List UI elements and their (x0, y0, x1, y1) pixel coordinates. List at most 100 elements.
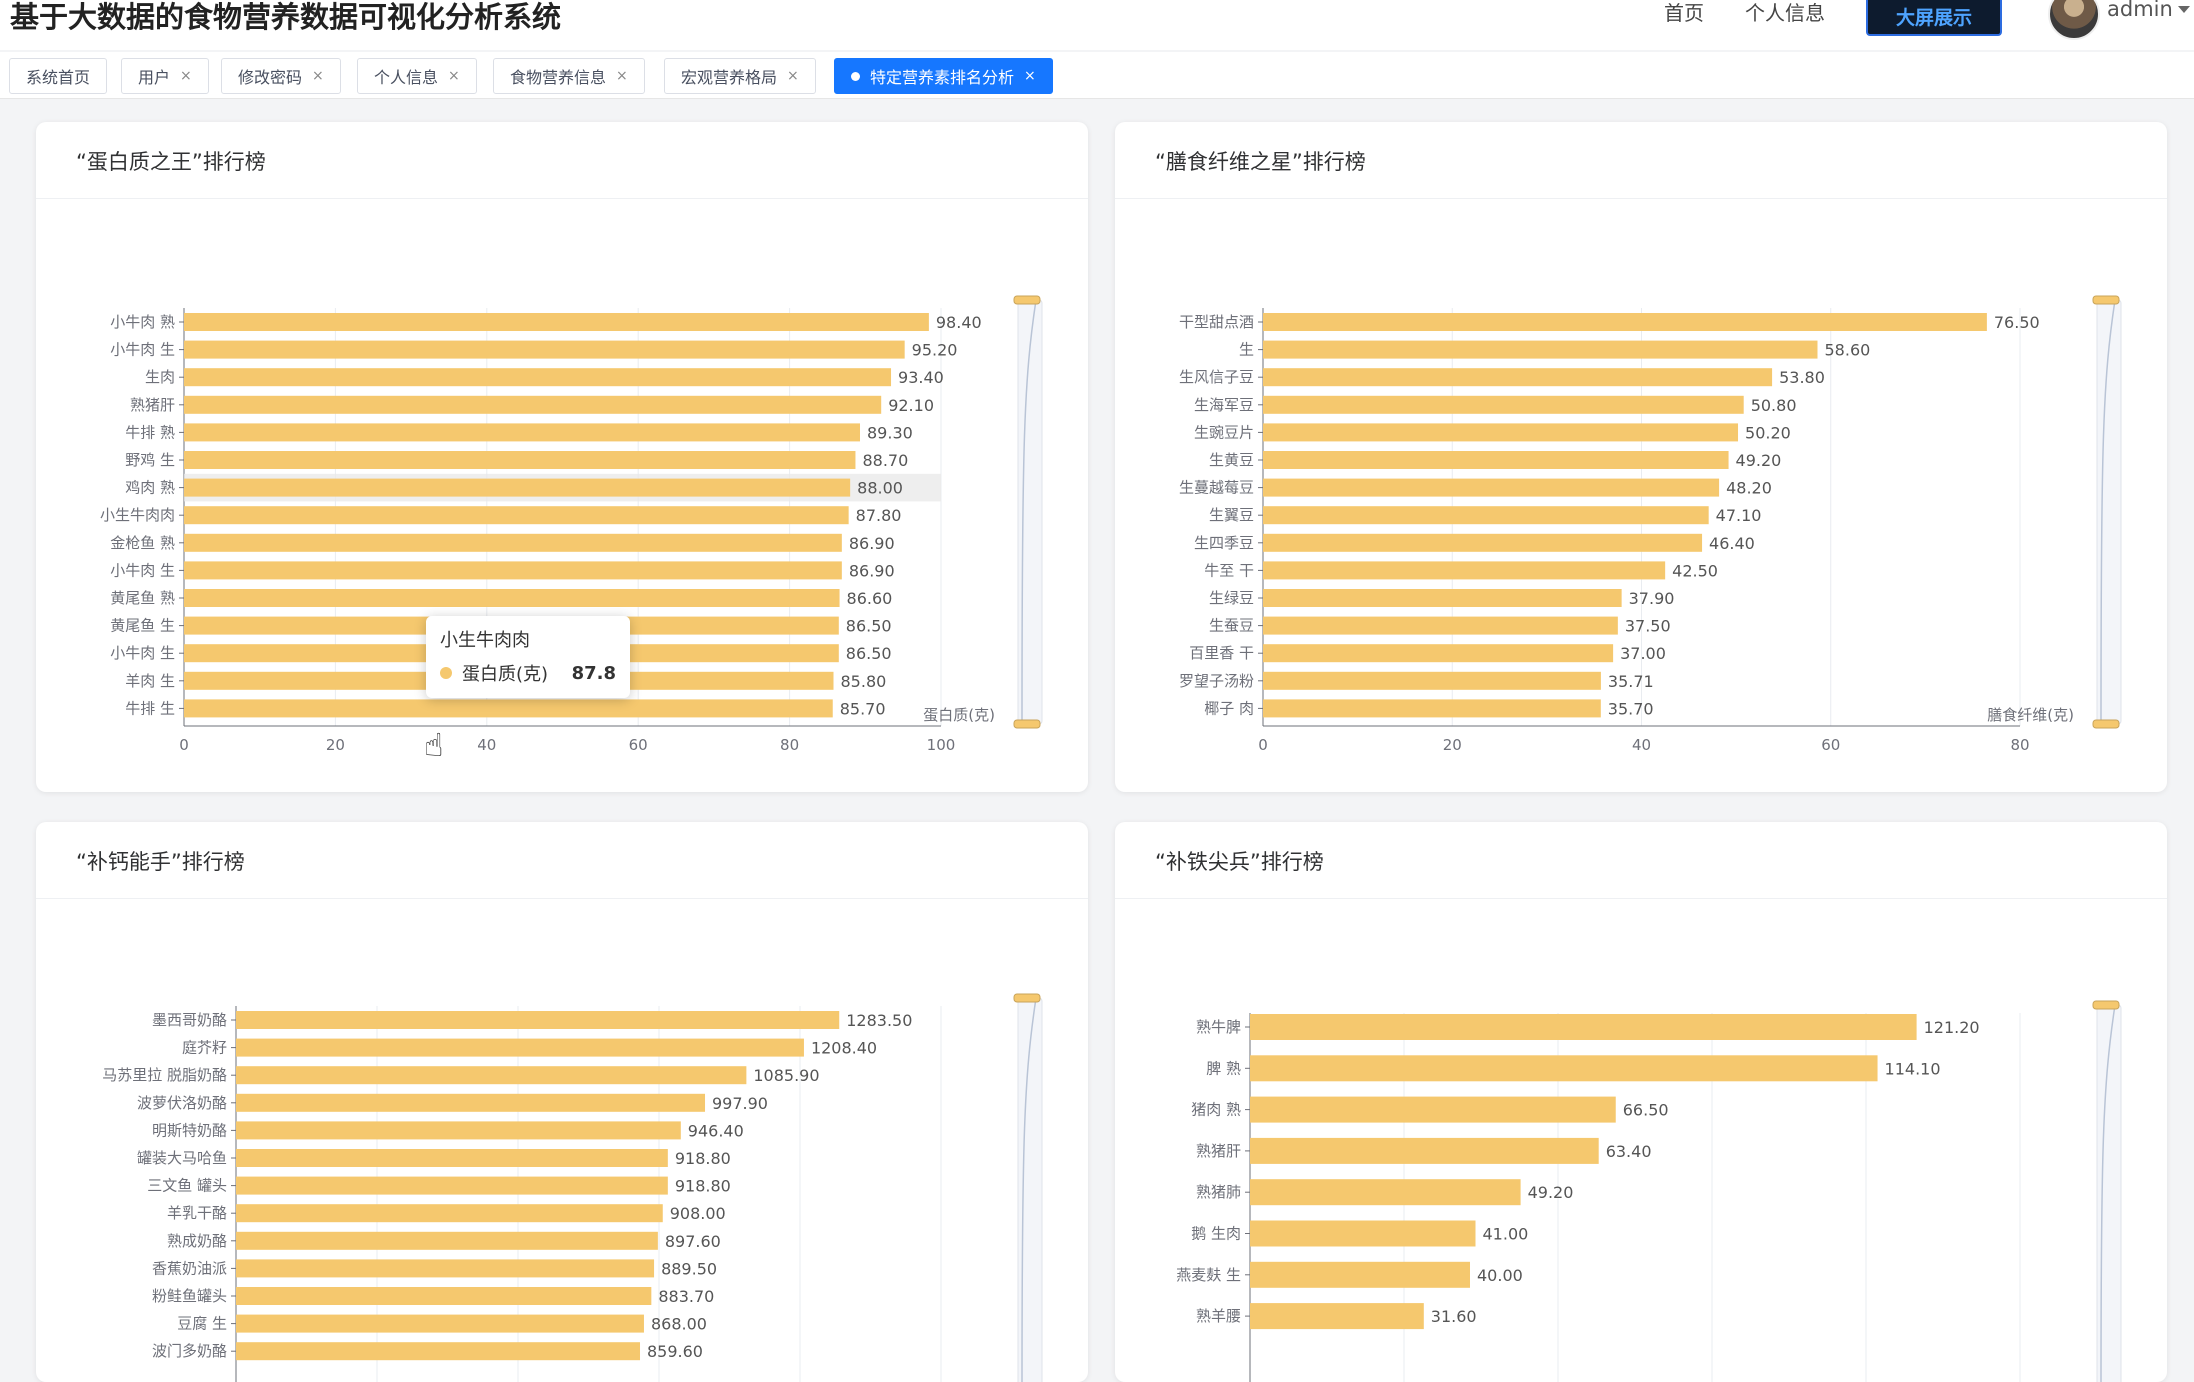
tab-nutrient-ranking[interactable]: 特定营养素排名分析 × (834, 58, 1053, 94)
tab-label: 特定营养素排名分析 (870, 68, 1015, 87)
bar (236, 1121, 681, 1140)
bar (1263, 589, 1622, 607)
bar-value-label: 86.60 (847, 589, 893, 608)
bar-value-label: 37.00 (1620, 644, 1666, 663)
y-category-label: 生 (1239, 341, 1254, 359)
nav-home-link[interactable]: 首页 (1664, 0, 1704, 26)
tab-food-nutrition[interactable]: 食物营养信息 × (493, 58, 645, 94)
bar-value-label: 997.90 (712, 1094, 768, 1113)
bar (236, 1176, 668, 1195)
y-category-label: 罗望子汤粉 (1179, 672, 1254, 690)
nav-profile-link[interactable]: 个人信息 (1745, 0, 1825, 26)
y-category-label: 椰子 肉 (1204, 699, 1254, 717)
bar-value-label: 86.90 (849, 534, 895, 553)
big-screen-button[interactable]: 大屏展示 (1866, 0, 2002, 36)
bar-value-label: 42.50 (1672, 561, 1718, 580)
bar-value-label: 40.00 (1477, 1266, 1523, 1285)
tab-system-home[interactable]: 系统首页 (9, 58, 108, 94)
close-icon[interactable]: × (448, 68, 460, 84)
y-category-label: 小生牛肉肉 (100, 506, 175, 524)
y-category-label: 熟猪肝 (1196, 1142, 1241, 1160)
bar-value-label: 946.40 (688, 1121, 744, 1140)
chart-tooltip: 小生牛肉肉 蛋白质(克) 87.8 (426, 616, 630, 698)
bar (184, 561, 842, 580)
y-category-label: 野鸡 生 (125, 451, 175, 469)
tooltip-row: 蛋白质(克) 87.8 (440, 660, 616, 686)
y-category-label: 马苏里拉 脱脂奶酪 (102, 1066, 227, 1084)
iron-ranking-card: “补铁尖兵”排行榜 熟牛脾 121.20 脾 熟 114.10 猪肉 熟 66.50 熟猪肝… (1115, 822, 2167, 1382)
fiber-ranking-card: “膳食纤维之星”排行榜 0 20 40 60 80 干型甜点酒 76.50 生 58.60 生风信… (1115, 122, 2167, 792)
y-category-label: 猪肉 熟 (1191, 1101, 1241, 1119)
calcium-bar-chart[interactable]: 墨西哥奶酪 1283.50 庭芥籽 1208.40 马苏里拉 脱脂奶酪 1085.90 波萝… (36, 822, 1088, 1382)
close-icon[interactable]: × (312, 68, 324, 84)
bar-value-label: 87.80 (856, 506, 902, 525)
x-tick-label: 0 (179, 736, 189, 754)
bar (236, 1038, 804, 1057)
x-tick-label: 60 (1821, 736, 1840, 754)
x-axis-name: 蛋白质(克) (923, 706, 995, 724)
tab-label: 个人信息 (374, 68, 439, 87)
username-label[interactable]: admin (2107, 0, 2173, 21)
y-category-label: 熟牛脾 (1196, 1018, 1241, 1036)
x-axis-name: 膳食纤维(克) (1987, 706, 2074, 724)
bar (236, 1259, 655, 1278)
bar-value-label: 49.20 (1528, 1183, 1574, 1202)
y-category-label: 牛排 生 (125, 699, 175, 717)
fiber-bar-chart[interactable]: 0 20 40 60 80 干型甜点酒 76.50 生 58.60 生风信子豆 53.80 生海军豆 5… (1115, 122, 2167, 792)
y-category-label: 牛排 熟 (125, 423, 175, 441)
bar (1263, 616, 1618, 635)
zoom-handle-top (2092, 295, 2120, 305)
zoom-handle-top (1013, 295, 1041, 305)
bar (1263, 451, 1729, 469)
x-tick-label: 20 (1443, 736, 1462, 754)
bar (184, 506, 849, 525)
close-icon[interactable]: × (180, 68, 192, 84)
y-category-label: 生风信子豆 (1179, 368, 1254, 386)
tooltip-title: 小生牛肉肉 (440, 630, 530, 651)
tab-macro-nutrition[interactable]: 宏观营养格局 × (664, 58, 816, 94)
bar (1263, 644, 1614, 663)
tab-change-password[interactable]: 修改密码 × (221, 58, 341, 94)
bar (1250, 1303, 1424, 1330)
bar-value-label: 92.10 (888, 396, 934, 415)
bar (1250, 1055, 1878, 1082)
bar (1263, 368, 1773, 387)
protein-ranking-card: “蛋白质之王”排行榜 0 20 40 60 80 100 小牛肉 熟 98.40 小牛肉 生 95… (36, 122, 1088, 792)
y-category-label: 生蔓越莓豆 (1179, 479, 1254, 497)
bar (236, 1314, 644, 1333)
chevron-down-icon[interactable] (2178, 6, 2190, 13)
tab-label: 食物营养信息 (510, 68, 607, 87)
bar-value-label: 88.70 (862, 451, 908, 470)
y-category-label: 百里香 干 (1189, 644, 1254, 662)
avatar[interactable] (2048, 0, 2100, 40)
close-icon[interactable]: × (787, 68, 799, 84)
bar-value-label: 918.80 (675, 1177, 731, 1196)
iron-bar-chart[interactable]: 熟牛脾 121.20 脾 熟 114.10 猪肉 熟 66.50 熟猪肝 63.40 熟猪肺 49… (1115, 822, 2167, 1382)
close-icon[interactable]: × (1024, 68, 1036, 84)
y-category-label: 生海军豆 (1194, 396, 1254, 414)
bar (1250, 1220, 1476, 1247)
bar (1250, 1179, 1521, 1206)
y-category-label: 熟猪肝 (130, 396, 175, 414)
bar-value-label: 89.30 (867, 423, 913, 442)
tab-personal-info[interactable]: 个人信息 × (357, 58, 477, 94)
bar-value-label: 918.80 (675, 1149, 731, 1168)
bar (184, 478, 851, 497)
bar (1263, 478, 1720, 497)
tab-users[interactable]: 用户 × (121, 58, 209, 94)
bar-value-label: 95.20 (912, 341, 958, 360)
y-category-label: 金枪鱼 熟 (110, 534, 175, 552)
bar-value-label: 50.20 (1745, 423, 1791, 442)
y-category-label: 黄尾鱼 熟 (110, 589, 175, 607)
zoom-handle-bottom (2092, 719, 2120, 729)
close-icon[interactable]: × (616, 68, 628, 84)
y-category-label: 干型甜点酒 (1179, 313, 1254, 331)
bar (1263, 340, 1818, 359)
x-tick-label: 40 (477, 736, 496, 754)
tooltip-series: 蛋白质(克) (462, 664, 549, 685)
bar-value-label: 35.71 (1608, 672, 1654, 691)
x-tick-label: 100 (927, 736, 956, 754)
app-title: 基于大数据的食物营养数据可视化分析系统 (10, 0, 562, 34)
bar (184, 699, 833, 718)
y-category-label: 小牛肉 生 (110, 341, 175, 359)
